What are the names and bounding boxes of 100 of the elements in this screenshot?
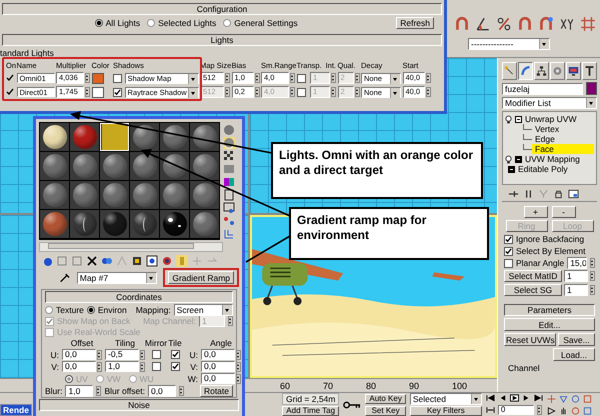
select-by-material-icon[interactable] [223, 215, 235, 227]
checkbox[interactable] [170, 362, 180, 371]
go-to-start-icon[interactable] [486, 394, 495, 402]
pin-icon[interactable] [508, 189, 519, 199]
navigator-icon[interactable] [223, 228, 235, 240]
angle-field[interactable]: 0,0 [201, 349, 235, 360]
key-mode-dropdown[interactable]: Selected [410, 393, 482, 405]
color-check-icon[interactable] [223, 176, 235, 188]
expand-toggle[interactable] [508, 166, 515, 172]
selection-set-dropdown[interactable]: --------------- [468, 38, 550, 50]
rotate-button[interactable]: Rotate [200, 385, 233, 397]
set-key-button[interactable]: Set Key [365, 406, 406, 416]
display-tab-icon[interactable] [566, 62, 581, 80]
modifier-list-dropdown[interactable]: Modifier List [502, 97, 597, 109]
map-name-dropdown[interactable]: Map #7 [76, 272, 158, 284]
refresh-button[interactable]: Refresh [396, 17, 434, 29]
pause-icon[interactable] [523, 189, 534, 199]
modifier-item[interactable]: Unwrap UVW [525, 114, 576, 124]
grow-button[interactable]: + [524, 206, 548, 218]
edit-button[interactable]: Edit... [504, 318, 595, 331]
collapse-toggle[interactable] [515, 116, 522, 122]
library-icon[interactable] [131, 255, 143, 267]
lightbulb-icon[interactable] [505, 114, 512, 124]
magnet-icon[interactable] [538, 16, 554, 32]
rollout-header[interactable]: Coordinates [45, 291, 233, 303]
sub-object-item[interactable]: Face [532, 144, 594, 154]
grid-icon[interactable] [580, 16, 596, 32]
shrink-button[interactable]: - [552, 206, 576, 218]
options-icon[interactable] [223, 202, 235, 214]
zoom-icon[interactable] [558, 394, 568, 402]
percent-icon[interactable] [496, 16, 512, 32]
select-matid-button[interactable]: Select MatID [504, 270, 562, 282]
taskbar-button[interactable]: Rende [0, 404, 32, 416]
lightbulb-icon[interactable] [505, 154, 512, 164]
save-button[interactable]: Save... [558, 333, 595, 346]
matid-field[interactable]: 1 [564, 270, 588, 282]
radio-button[interactable] [65, 374, 73, 382]
mapping-dropdown[interactable]: Screen [174, 304, 233, 316]
sub-object-item[interactable]: Vertex [532, 124, 594, 134]
rollout-header[interactable]: Noise [39, 399, 239, 411]
expand-toggle[interactable] [515, 156, 522, 162]
checkbox[interactable] [113, 74, 122, 82]
magnet-icon[interactable] [454, 16, 470, 32]
magnet-icon[interactable] [517, 16, 533, 32]
utilities-tab-icon[interactable] [582, 62, 597, 80]
enabled-checkmark[interactable] [6, 88, 14, 96]
light-color-swatch[interactable] [92, 86, 104, 98]
select-sg-button[interactable]: Select SG [504, 284, 562, 296]
rollout-header[interactable]: Lights [2, 34, 442, 46]
rollout-header[interactable]: Parameters [504, 304, 595, 316]
field-of-view-icon[interactable] [546, 406, 556, 414]
modifier-item[interactable]: UVW Mapping [525, 154, 580, 164]
tiling-field[interactable]: 1,0 [105, 361, 139, 372]
eyedropper-icon[interactable] [59, 272, 71, 283]
effects-channel-icon[interactable] [146, 255, 158, 267]
key-icon[interactable] [343, 400, 362, 410]
reset-button[interactable]: Reset UVWs [504, 333, 556, 346]
add-time-tag-button[interactable]: Add Time Tag [282, 406, 340, 416]
radio-button[interactable] [86, 306, 95, 314]
spinner-arrows[interactable] [536, 405, 542, 415]
radio-button[interactable] [223, 19, 232, 27]
radio-button[interactable] [128, 374, 137, 382]
checkbox[interactable] [504, 258, 513, 268]
light-color-swatch[interactable] [92, 72, 104, 84]
key-filters-button[interactable]: Key Filters [410, 406, 482, 416]
lock-icon[interactable] [553, 189, 564, 199]
radio-button[interactable] [147, 19, 156, 27]
play-icon[interactable] [510, 394, 519, 402]
blur-offset-field[interactable]: 0,0 [148, 385, 176, 397]
radio-button[interactable] [94, 19, 103, 27]
angle-field[interactable]: 0,0 [201, 361, 235, 372]
blur-field[interactable]: 1,0 [65, 385, 94, 397]
modifier-item[interactable]: Editable Poly [518, 164, 568, 174]
tiling-field[interactable]: -0,5 [105, 349, 139, 360]
show-map-icon[interactable] [161, 255, 173, 267]
go-to-end-icon[interactable] [534, 394, 543, 402]
enabled-checkmark[interactable] [6, 74, 14, 82]
frame-field[interactable]: 0 [498, 405, 534, 415]
checkbox[interactable] [113, 88, 122, 96]
copy-icon[interactable] [101, 255, 113, 267]
checkbox[interactable] [504, 246, 513, 256]
key-mode-icon[interactable] [486, 406, 495, 414]
film-icon[interactable] [223, 189, 235, 201]
angle-icon[interactable] [475, 16, 491, 32]
checkbox[interactable] [152, 350, 160, 359]
checkbox[interactable] [296, 74, 306, 82]
radio-button[interactable] [96, 374, 104, 382]
sub-object-item[interactable]: Edge [532, 134, 594, 144]
angle-field[interactable]: 0,0 [201, 373, 235, 384]
spinner-arrows[interactable] [228, 316, 233, 326]
get-material-icon[interactable] [41, 255, 53, 267]
rollout-header[interactable]: Configuration [2, 3, 442, 15]
spinner-arrows[interactable] [178, 386, 184, 396]
checkbox[interactable] [296, 88, 306, 96]
modify-tab-icon[interactable] [518, 62, 533, 80]
checkbox[interactable] [152, 362, 160, 371]
delete-icon[interactable] [86, 255, 98, 267]
checkbox[interactable] [504, 234, 513, 244]
create-tab-icon[interactable] [502, 62, 517, 80]
smoothing-group-field[interactable]: 1 [564, 284, 588, 296]
